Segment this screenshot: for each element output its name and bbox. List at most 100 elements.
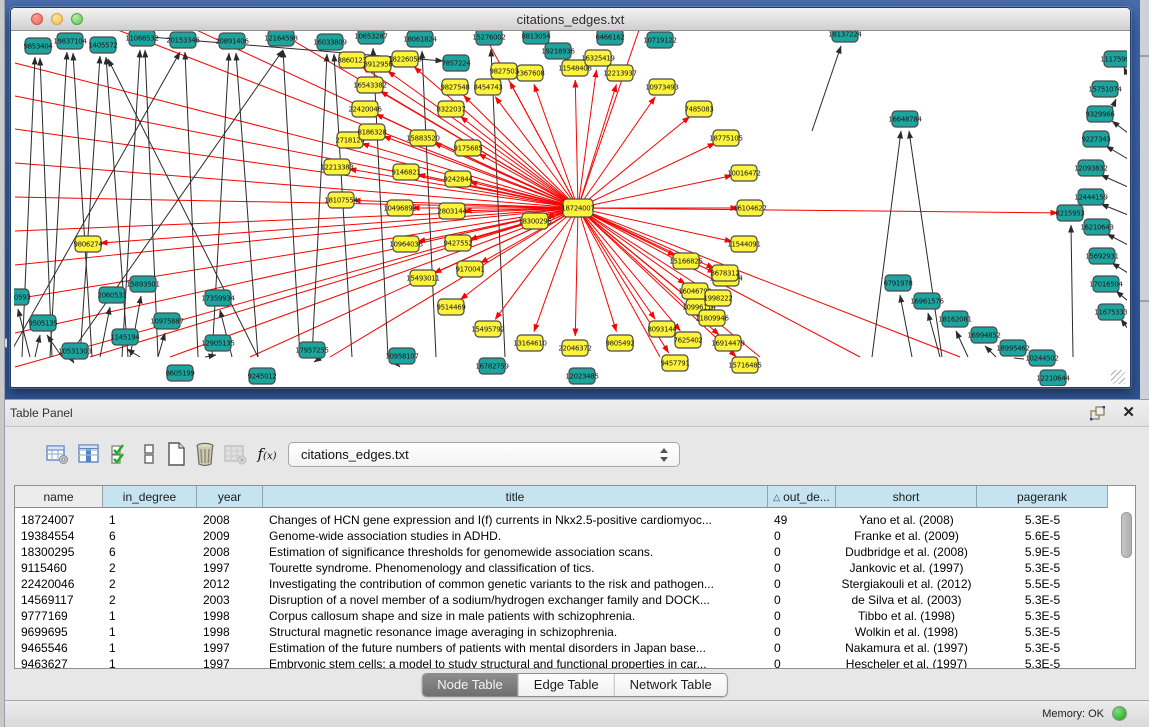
graph-node[interactable]: 9805492: [605, 335, 634, 351]
graph-node[interactable]: 18300295: [518, 213, 551, 229]
table-cell[interactable]: 2008: [197, 512, 263, 528]
table-row[interactable]: 977716911998Corpus callosum shape and si…: [15, 608, 1135, 624]
table-cell[interactable]: 2: [103, 560, 197, 576]
table-cell[interactable]: Estimation of significance thresholds fo…: [263, 544, 768, 560]
table-cell[interactable]: 9465546: [15, 640, 103, 656]
graph-edge[interactable]: [90, 208, 578, 357]
graph-edge[interactable]: [127, 349, 140, 357]
graph-node[interactable]: 10964036: [389, 236, 423, 252]
graph-node[interactable]: 16033809: [313, 34, 346, 50]
table-cell[interactable]: 18300295: [15, 544, 103, 560]
graph-node[interactable]: 22420046: [348, 101, 382, 117]
graph-edge[interactable]: [578, 208, 708, 292]
graph-edge[interactable]: [909, 131, 942, 357]
graph-node[interactable]: 9853404: [23, 38, 53, 54]
graph-node[interactable]: 10496892: [383, 200, 416, 216]
table-row[interactable]: 1830029562008Estimation of significance …: [15, 544, 1135, 560]
graph-edge[interactable]: [1116, 291, 1127, 301]
table-row[interactable]: 1872400712008Changes of HCN gene express…: [15, 512, 1135, 528]
graph-node[interactable]: 11544091: [727, 236, 760, 252]
graph-node[interactable]: 9514469: [436, 299, 465, 315]
graph-edge[interactable]: [205, 355, 216, 357]
table-cell[interactable]: 9777169: [15, 608, 103, 624]
table-cell[interactable]: Dudbridge et al. (2008): [836, 544, 977, 560]
table-cell[interactable]: 5.3E-5: [977, 592, 1108, 608]
graph-node[interactable]: 11675333: [1094, 304, 1127, 320]
tab-network-table[interactable]: Network Table: [615, 674, 727, 696]
graph-node[interactable]: 8310593: [14, 289, 31, 305]
graph-node[interactable]: 15893501: [126, 276, 159, 292]
tab-edge-table[interactable]: Edge Table: [519, 674, 615, 696]
graph-node[interactable]: 12905135: [201, 335, 234, 351]
table-cell[interactable]: Yano et al. (2008): [836, 512, 977, 528]
graph-edge[interactable]: [578, 143, 715, 208]
table-row[interactable]: 946554611997Estimation of the future num…: [15, 640, 1135, 656]
graph-node[interactable]: 10244502: [1025, 350, 1058, 366]
table-cell[interactable]: 0: [768, 608, 836, 624]
table-cell[interactable]: 5.3E-5: [977, 608, 1108, 624]
graph-node[interactable]: 10975887: [150, 313, 183, 329]
table-cell[interactable]: 1: [103, 512, 197, 528]
graph-node[interactable]: 9827548: [440, 79, 469, 95]
graph-node[interactable]: 8093144: [647, 321, 677, 337]
graph-node[interactable]: 9505135: [28, 315, 57, 331]
graph-node[interactable]: 16325419: [581, 50, 614, 66]
graph-edge[interactable]: [1101, 175, 1127, 187]
graph-edge[interactable]: [1121, 319, 1127, 329]
graph-node[interactable]: 2367608: [515, 65, 544, 81]
table-cell[interactable]: 9115460: [15, 560, 103, 576]
table-cell[interactable]: Estimation of the future numbers of pati…: [263, 640, 768, 656]
graph-edge[interactable]: [1124, 67, 1127, 77]
table-cell[interactable]: 22420046: [15, 576, 103, 592]
graph-node[interactable]: 6466162: [595, 31, 624, 45]
table-cell[interactable]: 1998: [197, 608, 263, 624]
graph-node[interactable]: 15276002: [472, 31, 505, 45]
table-cell[interactable]: de Silva et al. (2003): [836, 592, 977, 608]
graph-edge[interactable]: [130, 296, 141, 357]
column-header-out_de[interactable]: △out_de...: [768, 486, 836, 508]
graph-edge[interactable]: [15, 197, 578, 208]
graph-node[interactable]: 9427552: [443, 235, 472, 251]
graph-edge[interactable]: [283, 50, 300, 357]
graph-node[interactable]: 9806274: [73, 236, 103, 252]
select-columns-icon[interactable]: [74, 438, 104, 470]
table-cell[interactable]: 0: [768, 544, 836, 560]
graph-node[interactable]: 16648784: [888, 111, 922, 127]
graph-node[interactable]: 12444159: [1074, 189, 1107, 205]
graph-node[interactable]: 13164610: [513, 335, 546, 351]
graph-node[interactable]: 9227343: [1081, 131, 1110, 147]
graph-node[interactable]: 18226058: [388, 51, 421, 67]
table-cell[interactable]: 2012: [197, 576, 263, 592]
table-cell[interactable]: 18724007: [15, 512, 103, 528]
graph-edge[interactable]: [956, 331, 968, 357]
graph-edge[interactable]: [73, 53, 92, 357]
table-cell[interactable]: 0: [768, 656, 836, 669]
column-header-short[interactable]: short: [836, 486, 977, 508]
graph-edge[interactable]: [122, 50, 140, 357]
graph-edge[interactable]: [578, 208, 1058, 213]
table-cell[interactable]: 5.3E-5: [977, 512, 1108, 528]
graph-node[interactable]: 22046372: [558, 340, 591, 356]
table-cell[interactable]: Tourette syndrome. Phenomenology and cla…: [263, 560, 768, 576]
graph-node[interactable]: 9175685: [453, 140, 482, 156]
table-row[interactable]: 2242004622012Investigating the contribut…: [15, 576, 1135, 592]
table-cell[interactable]: 1997: [197, 656, 263, 669]
graph-node[interactable]: 8186328: [357, 124, 386, 140]
graph-node[interactable]: 18107554: [324, 192, 358, 208]
table-cell[interactable]: 1: [103, 656, 197, 669]
graph-node[interactable]: 7625402: [673, 332, 702, 348]
table-chooser-dropdown[interactable]: citations_edges.txt: [288, 442, 680, 467]
graph-node[interactable]: 15692931: [1085, 248, 1118, 264]
graph-node[interactable]: 17359934: [201, 290, 235, 306]
graph-edge[interactable]: [158, 333, 165, 357]
graph-node[interactable]: 12023485: [565, 368, 598, 384]
table-cell[interactable]: 9699695: [15, 624, 103, 640]
network-view-canvas[interactable]: 1872400798534041983710414055721106853220…: [14, 31, 1127, 386]
graph-edge[interactable]: [1107, 234, 1127, 245]
graph-node[interactable]: 10719122: [643, 32, 676, 48]
column-header-pagerank[interactable]: pagerank: [977, 486, 1108, 508]
graph-node[interactable]: 8454743: [473, 79, 502, 95]
graph-node[interactable]: 10973493: [645, 79, 678, 95]
function-builder-icon[interactable]: f(x): [252, 438, 282, 470]
graph-node[interactable]: 9457791: [660, 355, 689, 371]
